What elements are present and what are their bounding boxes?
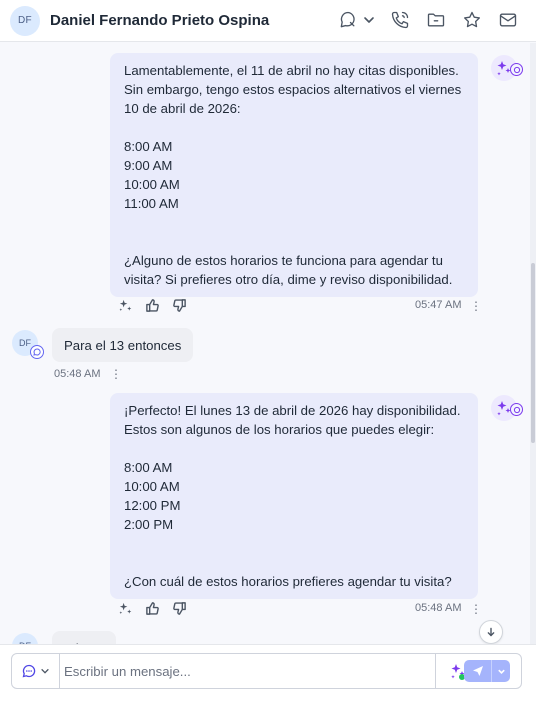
composer-box bbox=[11, 653, 522, 689]
star-icon[interactable] bbox=[460, 8, 484, 32]
thumbs-up-icon[interactable] bbox=[145, 298, 160, 318]
send-icon[interactable] bbox=[464, 660, 492, 682]
send-button[interactable] bbox=[464, 660, 510, 682]
incoming-message: Para el 13 entonces bbox=[52, 328, 194, 362]
chat-channel-icon bbox=[30, 345, 44, 359]
message-scrollbar[interactable] bbox=[530, 43, 536, 644]
message-composer bbox=[0, 644, 536, 702]
chevron-down-icon bbox=[362, 8, 376, 32]
ai-agent-avatar bbox=[491, 395, 523, 421]
chat-channel-icon bbox=[510, 403, 523, 416]
message-options-icon[interactable]: ⋮ bbox=[470, 603, 482, 615]
message-actions bbox=[118, 601, 187, 621]
assign-menu-button[interactable] bbox=[336, 8, 376, 32]
scrollbar-thumb[interactable] bbox=[531, 263, 535, 443]
chevron-down-icon[interactable] bbox=[492, 667, 510, 676]
chat-assign-icon bbox=[336, 8, 360, 32]
avatar-initials: DF bbox=[19, 338, 31, 348]
arrow-down-circle-icon bbox=[487, 627, 495, 637]
ai-sparkle-action-icon[interactable] bbox=[118, 601, 133, 621]
message-actions bbox=[118, 298, 187, 318]
scroll-to-bottom-button[interactable] bbox=[479, 620, 503, 644]
thumbs-up-icon[interactable] bbox=[145, 601, 160, 621]
chat-channel-icon bbox=[22, 664, 35, 678]
contact-avatar-small: DF bbox=[12, 633, 38, 644]
ai-sparkle-action-icon[interactable] bbox=[118, 298, 133, 318]
chat-channel-icon bbox=[510, 63, 523, 76]
incoming-message: A las 8 bbox=[52, 631, 116, 644]
message-timestamp: 05:47 AM bbox=[415, 299, 462, 311]
conversation-header: DF Daniel Fernando Prieto Ospina bbox=[0, 0, 536, 42]
chevron-down-icon bbox=[40, 668, 49, 674]
folder-icon[interactable] bbox=[424, 8, 448, 32]
message-input[interactable] bbox=[64, 655, 432, 687]
message-options-icon[interactable]: ⋮ bbox=[110, 368, 122, 380]
mail-icon[interactable] bbox=[496, 8, 520, 32]
message-options-icon[interactable]: ⋮ bbox=[470, 300, 482, 312]
message-timestamp: 05:48 AM bbox=[415, 602, 462, 614]
contact-avatar-small: DF bbox=[12, 330, 44, 359]
message-list[interactable]: Lamentablemente, el 11 de abril no hay c… bbox=[0, 43, 530, 644]
thumbs-down-icon[interactable] bbox=[172, 601, 187, 621]
outgoing-message: Lamentablemente, el 11 de abril no hay c… bbox=[110, 53, 478, 297]
ai-agent-avatar bbox=[491, 55, 523, 81]
header-actions bbox=[336, 8, 520, 32]
message-timestamp: 05:48 AM bbox=[54, 368, 101, 380]
phone-icon[interactable] bbox=[388, 8, 412, 32]
outgoing-message: ¡Perfecto! El lunes 13 de abril de 2026 … bbox=[110, 393, 478, 599]
thumbs-down-icon[interactable] bbox=[172, 298, 187, 318]
channel-selector[interactable] bbox=[12, 654, 60, 688]
contact-name[interactable]: Daniel Fernando Prieto Ospina bbox=[50, 12, 269, 29]
contact-avatar[interactable]: DF bbox=[10, 5, 40, 36]
